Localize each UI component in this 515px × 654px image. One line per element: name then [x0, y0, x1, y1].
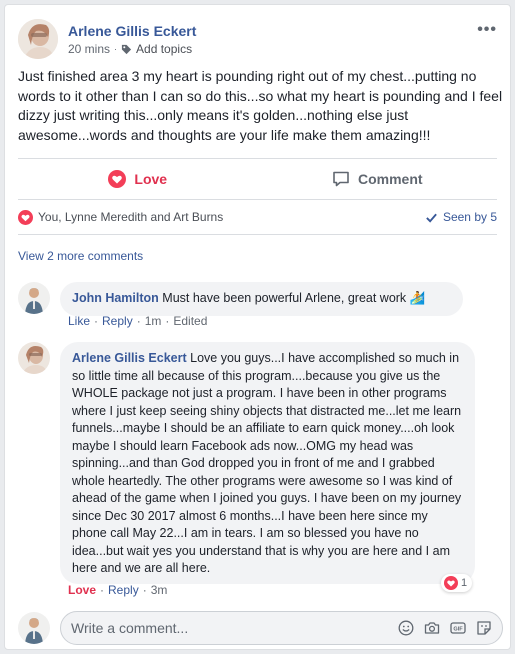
view-more-comments-link[interactable]: View 2 more comments — [18, 249, 143, 263]
divider — [18, 234, 497, 235]
my-avatar[interactable] — [18, 612, 50, 644]
comment-bubble: Arlene Gillis Eckert Love you guys...I h… — [60, 342, 475, 584]
separator-dot: · — [136, 314, 141, 328]
comment-reaction-badge[interactable]: 1 — [441, 574, 473, 592]
composer-tools: GIF — [398, 620, 492, 636]
comment-label: Comment — [357, 171, 423, 187]
comment-input[interactable] — [71, 620, 398, 636]
comment-author[interactable]: John Hamilton — [72, 291, 159, 305]
comment-author[interactable]: Arlene Gillis Eckert — [72, 351, 187, 365]
comment-bubble: John Hamilton Must have been powerful Ar… — [60, 282, 463, 316]
reactions-row: You, Lynne Meredith and Art Burns Seen b… — [18, 206, 497, 228]
checkmark-icon — [426, 213, 437, 223]
comment-icon — [333, 171, 349, 187]
separator-dot: · — [142, 583, 147, 597]
svg-text:GIF: GIF — [453, 627, 463, 633]
commenter-avatar[interactable] — [18, 282, 50, 314]
divider — [18, 199, 497, 200]
comment-text: Must have been powerful Arlene, great wo… — [162, 291, 407, 305]
author-avatar[interactable] — [18, 19, 58, 59]
edited-label[interactable]: Edited — [173, 314, 207, 328]
seen-by-label: Seen by 5 — [442, 210, 497, 224]
post-time[interactable]: 20 mins — [68, 42, 110, 56]
heart-reaction-icon — [444, 576, 458, 590]
reaction-summary[interactable]: You, Lynne Meredith and Art Burns — [18, 209, 224, 225]
love-link[interactable]: Love — [68, 583, 96, 597]
reply-link[interactable]: Reply — [102, 314, 133, 328]
divider — [18, 158, 497, 159]
comment-composer: GIF — [60, 611, 503, 645]
post-card: Arlene Gillis Eckert 20 mins · Add topic… — [4, 4, 511, 650]
emoji-icon[interactable] — [398, 620, 414, 636]
gif-icon[interactable]: GIF — [450, 620, 466, 636]
post-author-name[interactable]: Arlene Gillis Eckert — [68, 23, 196, 39]
comment-time[interactable]: 3m — [151, 583, 168, 597]
seen-by[interactable]: Seen by 5 — [425, 210, 497, 224]
comment-meta: Like · Reply · 1m · Edited — [68, 314, 207, 328]
add-topics-link[interactable]: Add topics — [136, 42, 192, 56]
more-options-icon[interactable]: ••• — [477, 21, 497, 39]
reply-link[interactable]: Reply — [108, 583, 139, 597]
camera-icon[interactable] — [424, 620, 440, 636]
reaction-count: 1 — [461, 577, 468, 589]
separator-dot: · — [100, 583, 105, 597]
like-link[interactable]: Like — [68, 314, 90, 328]
separator-dot: · — [94, 314, 99, 328]
tag-icon — [121, 44, 132, 54]
love-button[interactable]: Love — [18, 164, 258, 194]
post-meta: 20 mins · Add topics — [68, 42, 192, 56]
surfer-emoji-icon: 🏄 — [409, 291, 426, 305]
comment-time[interactable]: 1m — [145, 314, 162, 328]
separator-dot: · — [165, 314, 170, 328]
heart-reaction-icon — [18, 209, 33, 225]
reaction-names: You, Lynne Meredith and Art Burns — [38, 210, 224, 224]
sticker-icon[interactable] — [476, 620, 492, 636]
heart-icon — [108, 170, 127, 188]
comment-meta: Love · Reply · 3m — [68, 583, 167, 597]
separator-dot: · — [114, 44, 118, 54]
love-label: Love — [134, 171, 168, 187]
post-text: Just finished area 3 my heart is poundin… — [18, 68, 503, 143]
comment-button[interactable]: Comment — [258, 164, 498, 194]
commenter-avatar[interactable] — [18, 342, 50, 374]
comment-text: Love you guys...I have accomplished so m… — [72, 351, 462, 575]
post-actions: Love Comment — [18, 164, 497, 194]
